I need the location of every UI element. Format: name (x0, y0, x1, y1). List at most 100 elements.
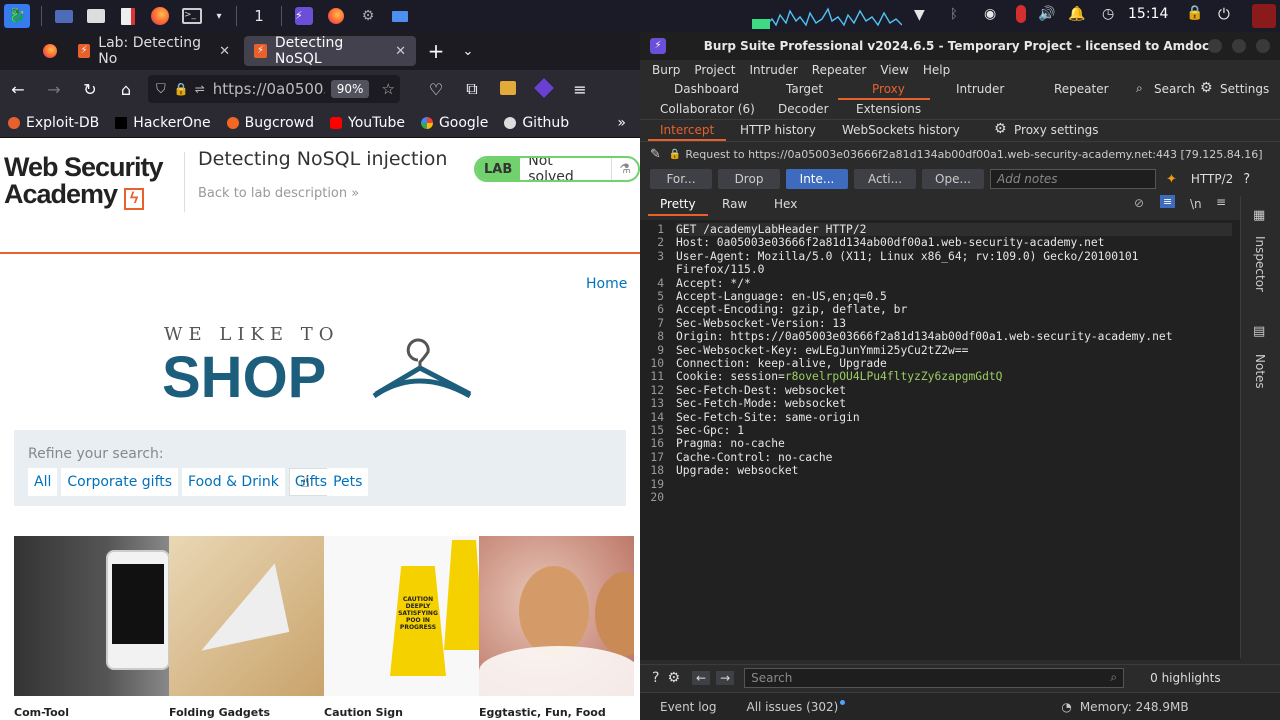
bookmark-exploit-db[interactable]: Exploit-DB (8, 115, 99, 131)
tab-intruder[interactable]: Intruder (956, 82, 1004, 96)
menu-project[interactable]: Project (694, 63, 735, 77)
close-tab-icon[interactable]: ✕ (395, 44, 406, 59)
web-security-academy-logo[interactable]: Web Security Academy ϟ (4, 154, 164, 210)
burp-taskbar-icon[interactable]: ⚡ (293, 6, 315, 26)
request-line[interactable]: Sec-Websocket-Key: ewLEgJunYmmi25yCu2tZ2… (676, 344, 968, 357)
forward-arrow-icon[interactable]: → (36, 80, 72, 99)
tab-extensions[interactable]: Extensions (856, 102, 921, 116)
url-bar[interactable]: ⛉ 🔒 ⇌ https://0a05003 90% ☆ (148, 75, 400, 103)
menu-view[interactable]: View (880, 63, 908, 77)
bookmark-github[interactable]: Github (504, 115, 569, 131)
next-match-icon[interactable]: → (716, 670, 735, 685)
previous-match-icon[interactable]: ← (692, 670, 711, 685)
back-arrow-icon[interactable]: ← (0, 80, 36, 99)
http-version-label[interactable]: HTTP/2 (1191, 172, 1233, 186)
more-bookmarks-icon[interactable]: » (617, 115, 626, 131)
pencil-icon[interactable]: ✎ (650, 147, 661, 162)
request-line[interactable]: GET /academyLabHeader HTTP/2 (676, 223, 1232, 237)
request-line[interactable]: Accept-Language: en-US,en;q=0.5 (676, 290, 887, 303)
back-to-lab-description-link[interactable]: Back to lab description » (198, 186, 359, 201)
new-tab-icon[interactable]: + (420, 39, 452, 63)
bookmark-bugcrowd[interactable]: Bugcrowd (226, 115, 314, 131)
close-tab-icon[interactable]: ✕ (219, 44, 230, 59)
add-notes-input[interactable]: Add notes (990, 169, 1156, 189)
file-manager-icon[interactable] (85, 6, 107, 26)
highlight-color-icon[interactable]: ✦ (1166, 172, 1177, 187)
bookmark-hackerone[interactable]: HackerOne (115, 115, 211, 131)
kali-menu-icon[interactable]: 🐉 (4, 4, 30, 28)
bookmark-youtube[interactable]: YouTube (330, 115, 405, 131)
firefox-view-icon[interactable] (32, 44, 68, 58)
open-browser-button[interactable]: Ope... (922, 169, 984, 189)
product-image-caution-sign[interactable]: CAUTION DEEPLY SATISFYING POO IN PROGRES… (324, 536, 479, 696)
cookie-value[interactable]: r8ovelrpOU4LPu4fltyzZy6zapgmGdtQ (785, 370, 1003, 383)
inspector-layout-icon[interactable]: ▦ (1253, 208, 1265, 223)
request-line[interactable]: Accept: */* (676, 277, 751, 290)
home-link[interactable]: Home (586, 276, 627, 292)
request-line[interactable]: Upgrade: websocket (676, 464, 798, 477)
notes-icon[interactable]: ▤ (1253, 324, 1265, 339)
notes-tab[interactable]: Notes (1253, 354, 1267, 389)
settings-gear-icon[interactable]: ⚙ (1200, 80, 1213, 96)
forward-button[interactable]: For... (650, 169, 712, 189)
tab-decoder[interactable]: Decoder (778, 102, 829, 116)
reload-icon[interactable]: ↻ (72, 80, 108, 99)
firefox-window-icon[interactable] (325, 6, 347, 26)
tab-pretty[interactable]: Pretty (660, 197, 696, 211)
product-name[interactable]: Caution Sign (324, 706, 403, 719)
help-icon[interactable]: ? (652, 670, 659, 686)
drop-button[interactable]: Drop (718, 169, 780, 189)
zoom-level[interactable]: 90% (330, 80, 370, 98)
power-icon[interactable]: ⏻ (1218, 5, 1230, 23)
bookmark-google[interactable]: Google (420, 115, 488, 131)
terminal-icon[interactable]: >_ (181, 6, 203, 26)
bluetooth-icon[interactable]: ᛒ (950, 7, 958, 22)
request-line[interactable]: Pragma: no-cache (676, 437, 785, 450)
tab-hex[interactable]: Hex (774, 197, 797, 211)
product-image-com-tool[interactable] (14, 536, 169, 696)
help-icon[interactable]: ? (1243, 172, 1250, 187)
filter-all[interactable]: All (28, 468, 58, 496)
chevron-down-icon[interactable]: ▾ (213, 6, 225, 26)
volume-icon[interactable]: 🔊 (1038, 6, 1055, 22)
notification-bell-icon[interactable]: 🔔 (1068, 6, 1085, 22)
request-line[interactable]: Cache-Control: no-cache (676, 451, 832, 464)
wifi-icon[interactable]: ▼ (914, 7, 925, 23)
editor-search-input[interactable]: Search ⌕ (744, 667, 1125, 688)
action-button[interactable]: Acti... (854, 169, 916, 189)
vpn-icon[interactable]: ◉ (984, 6, 996, 22)
wrap-lines-icon[interactable]: ≡ (1160, 195, 1176, 208)
tab-proxy[interactable]: Proxy (872, 82, 905, 96)
menu-repeater[interactable]: Repeater (812, 63, 867, 77)
request-line[interactable]: User-Agent: Mozilla/5.0 (X11; Linux x86_… (676, 250, 1139, 263)
product-image-folding-gadgets[interactable] (169, 536, 324, 696)
clock-time[interactable]: 15:14 (1128, 6, 1168, 22)
tab-intercept[interactable]: Intercept (660, 123, 714, 137)
microphone-icon[interactable] (1016, 5, 1026, 23)
tab-target[interactable]: Target (786, 82, 823, 96)
home-icon[interactable]: ⌂ (108, 80, 144, 99)
menu-burp[interactable]: Burp (652, 63, 680, 77)
extensions-icon[interactable]: ⧉ (454, 79, 490, 99)
global-search-label[interactable]: Search (1154, 82, 1195, 96)
lock-icon[interactable]: 🔒 (174, 82, 189, 96)
burp-extension-icon[interactable] (490, 80, 526, 99)
product-name[interactable]: Folding Gadgets (169, 706, 270, 719)
text-editor-icon[interactable] (117, 6, 139, 26)
list-tabs-icon[interactable]: ⌄ (452, 44, 484, 59)
request-line[interactable]: Sec-Websocket-Version: 13 (676, 317, 846, 330)
request-line[interactable]: Cookie: session=r8ovelrpOU4LPu4fltyzZy6z… (676, 370, 1002, 383)
request-line[interactable]: Sec-Fetch-Dest: websocket (676, 384, 846, 397)
tab-http-history[interactable]: HTTP history (740, 123, 816, 137)
hamburger-menu-icon[interactable]: ≡ (562, 80, 598, 99)
inspector-tab[interactable]: Inspector (1253, 236, 1267, 292)
request-line[interactable]: Accept-Encoding: gzip, deflate, br (676, 303, 907, 316)
hide-nonprintable-icon[interactable]: ⊘ (1134, 196, 1144, 210)
product-image-eggtastic[interactable] (479, 536, 634, 696)
extension-purple-icon[interactable] (526, 77, 562, 99)
request-line[interactable]: Firefox/115.0 (676, 263, 764, 276)
filter-pets[interactable]: Pets (327, 468, 369, 496)
editor-menu-icon[interactable]: ≡ (1216, 195, 1226, 209)
product-name[interactable]: Com-Tool (14, 706, 69, 719)
permissions-icon[interactable]: ⇌ (195, 82, 205, 96)
